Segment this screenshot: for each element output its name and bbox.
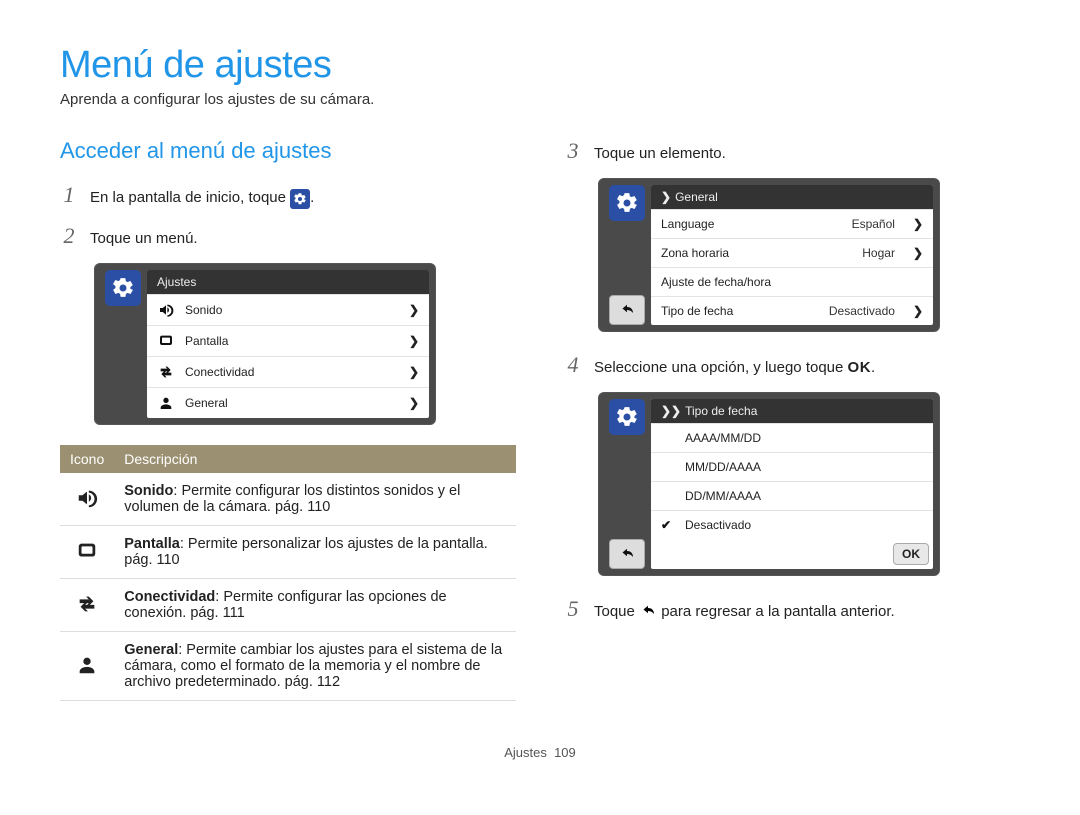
menu-row-sonido[interactable]: Sonido ❯ [147, 294, 429, 325]
row-label: DD/MM/AAAA [685, 489, 923, 503]
ok-button[interactable]: OK [893, 543, 929, 565]
table-row: Conectividad: Permite configurar las opc… [60, 579, 516, 632]
panel-header: ❯❯Tipo de fecha [651, 399, 933, 423]
menu-row-conectividad[interactable]: Conectividad ❯ [147, 356, 429, 387]
row-label: Ajuste de fecha/hora [661, 275, 923, 289]
speaker-icon [75, 486, 99, 510]
step-number: 3 [564, 138, 582, 164]
term: General [124, 642, 178, 658]
option-row[interactable]: MM/DD/AAAA [651, 452, 933, 481]
step-text: Toque [594, 603, 639, 620]
option-row[interactable]: DD/MM/AAAA [651, 481, 933, 510]
footer-page-number: 109 [554, 745, 576, 760]
panel-header: ❯General [651, 185, 933, 209]
term: Pantalla [124, 536, 180, 552]
option-row[interactable]: ✔ Desactivado [651, 510, 933, 539]
step-number: 4 [564, 352, 582, 378]
desc-text: : Permite cambiar los ajustes para el si… [124, 642, 502, 690]
person-icon [75, 653, 99, 677]
step-text-suffix: . [310, 189, 314, 206]
row-label: Language [661, 217, 842, 231]
table-row: General: Permite cambiar los ajustes par… [60, 632, 516, 701]
row-value: Español [852, 217, 895, 231]
menu-row-pantalla[interactable]: Pantalla ❯ [147, 325, 429, 356]
option-row[interactable]: AAAA/MM/DD [651, 423, 933, 452]
row-label: Zona horaria [661, 246, 852, 260]
menu-row-zona-horaria[interactable]: Zona horaria Hogar ❯ [651, 238, 933, 267]
step-text: Seleccione una opción, y luego toque [594, 359, 848, 376]
step-text-suffix: para regresar a la pantalla anterior. [661, 603, 894, 620]
step-4: 4 Seleccione una opción, y luego toque O… [564, 352, 1020, 378]
step-2: 2 Toque un menú. [60, 223, 516, 249]
step-number: 5 [564, 596, 582, 622]
chevron-right-icon: ❯ [913, 246, 923, 260]
table-row: Pantalla: Permite personalizar los ajust… [60, 526, 516, 579]
footer-section: Ajustes [504, 745, 547, 760]
row-label: AAAA/MM/DD [685, 431, 923, 445]
camera-screenshot-ajustes: Ajustes Sonido ❯ Pantalla ❯ Conectividad [94, 263, 436, 425]
row-label: Desactivado [685, 518, 923, 532]
row-label: Sonido [185, 303, 399, 317]
gear-icon [105, 270, 141, 306]
chevron-right-icon: ❯ [661, 190, 671, 204]
page-title: Menú de ajustes [60, 44, 1020, 87]
back-button[interactable] [609, 295, 645, 325]
ok-icon: OK [848, 359, 872, 376]
row-label: MM/DD/AAAA [685, 460, 923, 474]
back-arrow-icon [639, 602, 657, 620]
step-text-suffix: . [871, 359, 875, 376]
step-number: 1 [60, 182, 78, 208]
speaker-icon [157, 302, 175, 318]
row-label: General [185, 396, 399, 410]
row-label: Tipo de fecha [661, 304, 819, 318]
table-row: Sonido: Permite configurar los distintos… [60, 473, 516, 526]
desc-text: : Permite configurar los distintos sonid… [124, 483, 460, 515]
step-5: 5 Toque para regresar a la pantalla ante… [564, 596, 1020, 622]
chevron-right-icon: ❯ [409, 365, 419, 379]
display-icon [157, 333, 175, 349]
step-3: 3 Toque un elemento. [564, 138, 1020, 164]
menu-row-ajuste-fecha[interactable]: Ajuste de fecha/hora [651, 267, 933, 296]
camera-screenshot-general: ❯General Language Español ❯ Zona horaria… [598, 178, 940, 332]
check-icon: ✔ [661, 518, 675, 532]
transfer-icon [75, 592, 99, 616]
row-label: Conectividad [185, 365, 399, 379]
back-button[interactable] [609, 539, 645, 569]
gear-icon [609, 399, 645, 435]
intro-text: Aprenda a configurar los ajustes de su c… [60, 91, 1020, 108]
panel-header: Ajustes [147, 270, 429, 294]
table-header-icon: Icono [60, 445, 114, 473]
chevron-right-icon: ❯ [409, 303, 419, 317]
display-icon [75, 539, 99, 563]
chevron-right-icon: ❯ [913, 304, 923, 318]
chevron-right-icon: ❯ [409, 334, 419, 348]
row-value: Hogar [862, 246, 895, 260]
step-text: Toque un menú. [90, 228, 516, 249]
gear-icon [290, 189, 310, 209]
menu-row-general[interactable]: General ❯ [147, 387, 429, 418]
term: Conectividad [124, 589, 215, 605]
menu-row-language[interactable]: Language Español ❯ [651, 209, 933, 238]
icon-description-table: Icono Descripción Sonido: Permite config… [60, 445, 516, 701]
person-icon [157, 395, 175, 411]
row-value: Desactivado [829, 304, 895, 318]
row-label: Pantalla [185, 334, 399, 348]
chevron-right-icon: ❯❯ [661, 404, 681, 418]
step-number: 2 [60, 223, 78, 249]
step-text: Toque un elemento. [594, 143, 1020, 164]
section-heading: Acceder al menú de ajustes [60, 138, 516, 164]
chevron-right-icon: ❯ [913, 217, 923, 231]
camera-screenshot-tipo-fecha: ❯❯Tipo de fecha AAAA/MM/DD MM/DD/AAAA DD… [598, 392, 940, 576]
chevron-right-icon: ❯ [409, 396, 419, 410]
gear-icon [609, 185, 645, 221]
step-1: 1 En la pantalla de inicio, toque . [60, 182, 516, 209]
transfer-icon [157, 364, 175, 380]
page-footer: Ajustes 109 [60, 745, 1020, 760]
menu-row-tipo-fecha[interactable]: Tipo de fecha Desactivado ❯ [651, 296, 933, 325]
step-text: En la pantalla de inicio, toque [90, 189, 290, 206]
term: Sonido [124, 483, 173, 499]
table-header-desc: Descripción [114, 445, 516, 473]
